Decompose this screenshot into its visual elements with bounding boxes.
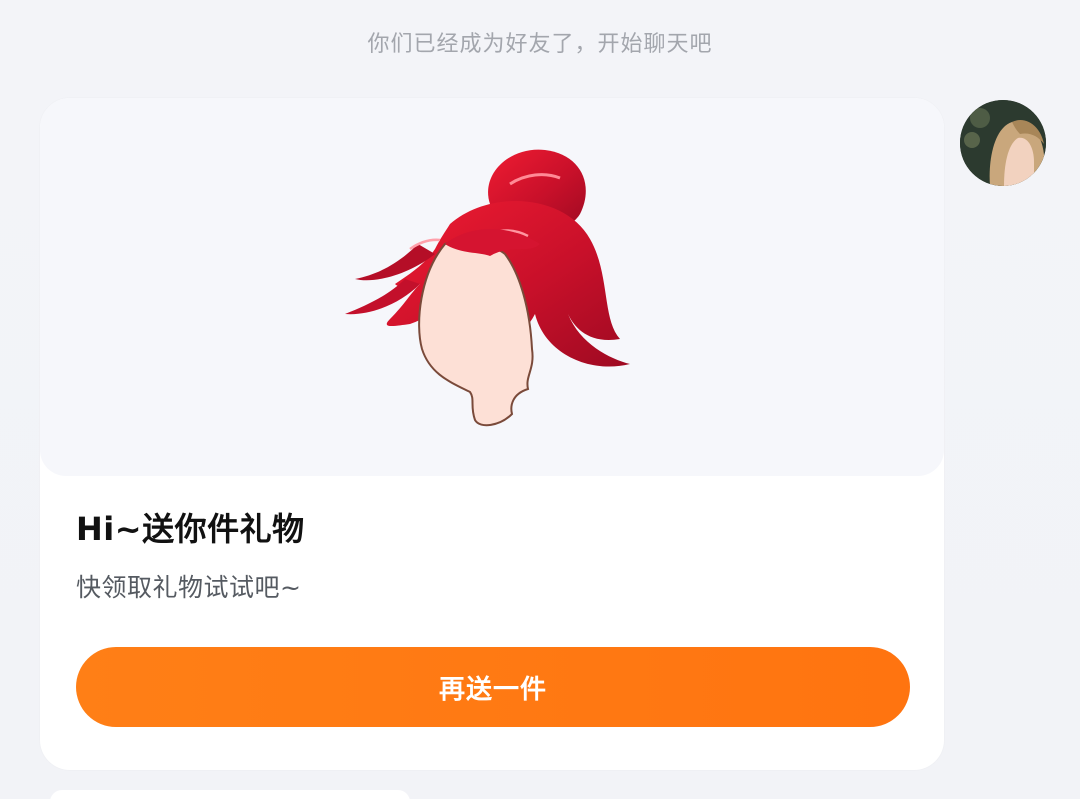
gift-card-subtitle: 快领取礼物试试吧~ — [76, 573, 302, 602]
chat-screen: 你们已经成为好友了，开始聊天吧 Hi~送你件礼物 快领取礼物试试吧~ 再送一件 — [0, 0, 1080, 799]
send-another-gift-button[interactable]: 再送一件 — [76, 647, 910, 727]
gift-preview — [40, 98, 944, 476]
next-message-peek — [50, 790, 410, 799]
red-hair-wig-gift-icon — [345, 149, 630, 427]
system-message: 你们已经成为好友了，开始聊天吧 — [367, 32, 713, 57]
gift-card-title: Hi~送你件礼物 — [76, 510, 305, 548]
user-avatar[interactable] — [960, 100, 1046, 186]
gift-message-card[interactable]: Hi~送你件礼物 快领取礼物试试吧~ 再送一件 — [40, 98, 944, 770]
user-avatar-photo — [960, 100, 1046, 186]
